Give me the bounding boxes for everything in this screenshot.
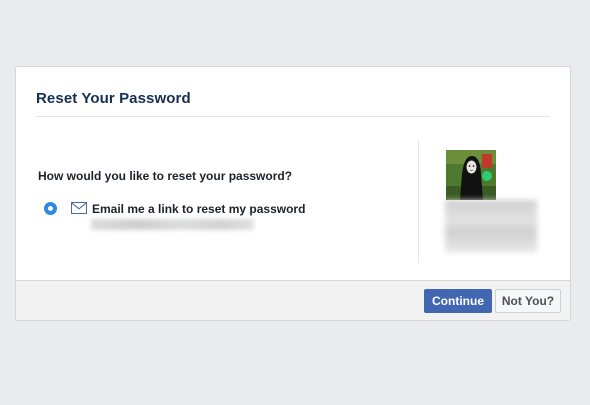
redacted-profile-name xyxy=(445,200,537,252)
reset-password-dialog: Reset Your Password How would you like t… xyxy=(15,66,571,321)
dialog-header: Reset Your Password xyxy=(36,67,550,117)
avatar xyxy=(446,150,496,200)
redacted-email xyxy=(91,219,254,230)
continue-button[interactable]: Continue xyxy=(424,289,492,313)
not-you-button[interactable]: Not You? xyxy=(495,289,561,313)
dialog-footer: Continue Not You? xyxy=(16,280,570,320)
email-option-radio[interactable] xyxy=(44,202,57,215)
dialog-title: Reset Your Password xyxy=(36,90,191,107)
email-option-label[interactable]: Email me a link to reset my password xyxy=(92,202,305,216)
vertical-divider xyxy=(418,140,419,263)
envelope-icon xyxy=(71,202,87,214)
reset-question: How would you like to reset your passwor… xyxy=(38,169,293,183)
